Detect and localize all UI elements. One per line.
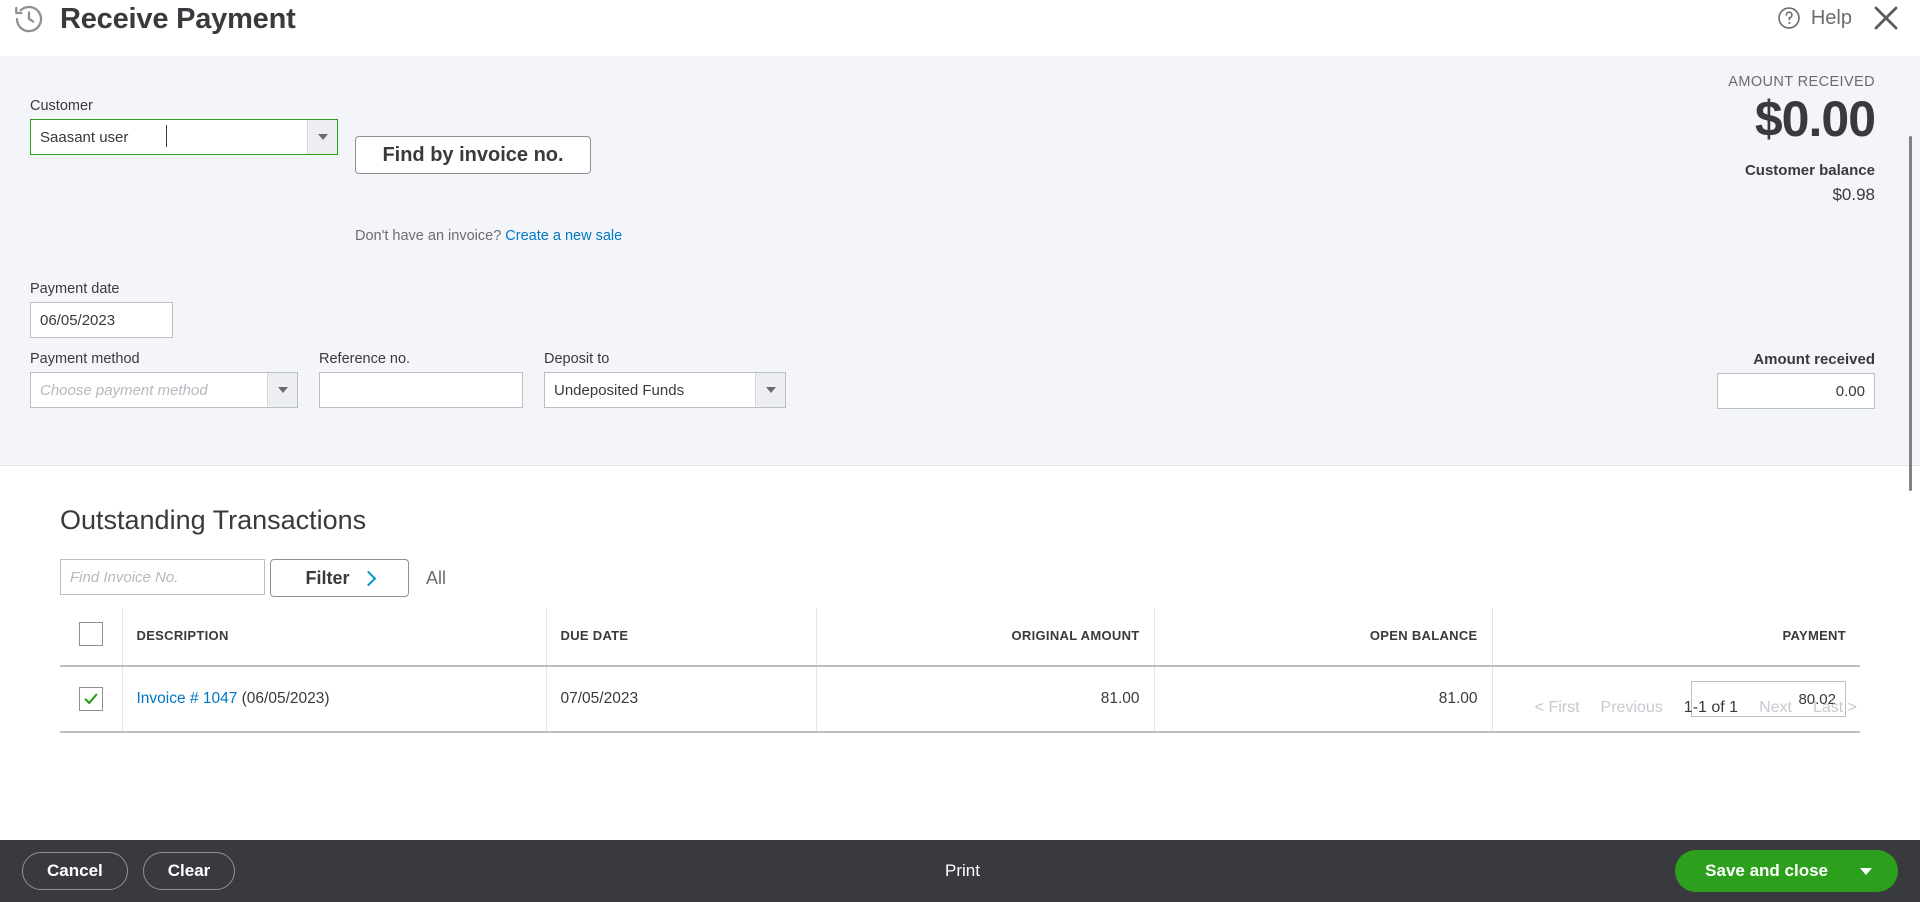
header-right-group: Help [1776, 2, 1902, 34]
column-header-original-amount: ORIGINAL AMOUNT [816, 608, 1155, 667]
amount-received-field-label: Amount received [1753, 351, 1875, 368]
window-footer: Cancel Clear Print Save and close [0, 840, 1920, 902]
amount-received-summary-value: $0.00 [1754, 91, 1876, 147]
row-checkbox[interactable] [78, 686, 103, 711]
select-all-checkbox[interactable] [78, 622, 103, 646]
help-label: Help [1810, 6, 1852, 29]
save-and-close-label: Save and close [1705, 861, 1828, 880]
column-header-description: DESCRIPTION [122, 608, 547, 667]
payment-date-field-group: Payment date [30, 281, 173, 338]
customer-dropdown-button[interactable] [307, 120, 337, 154]
deposit-to-field-group: Deposit to [544, 351, 786, 408]
chevron-down-icon [1860, 867, 1872, 875]
panel-scrollbar[interactable] [1909, 136, 1912, 491]
clear-button[interactable]: Clear [142, 852, 236, 890]
filter-all-label[interactable]: All [426, 568, 446, 589]
customer-input[interactable] [30, 119, 338, 155]
customer-balance-value: $0.98 [1832, 185, 1875, 204]
payment-method-input[interactable] [30, 372, 298, 408]
filter-button[interactable]: Filter [270, 559, 409, 597]
reference-no-label: Reference no. [319, 351, 411, 367]
row-select-cell [60, 666, 123, 733]
text-cursor [166, 125, 167, 147]
deposit-to-input[interactable] [544, 372, 786, 408]
pagination-first[interactable]: < First [1535, 699, 1580, 717]
reference-no-input[interactable] [319, 372, 523, 408]
invoice-link[interactable]: Invoice # 1047 [137, 690, 238, 707]
deposit-to-dropdown-button[interactable] [755, 373, 785, 407]
check-icon [84, 693, 98, 704]
row-description-cell: Invoice # 1047 (06/05/2023) [122, 666, 547, 733]
save-and-close-button[interactable]: Save and close [1675, 850, 1898, 892]
pagination-last[interactable]: Last > [1813, 699, 1857, 717]
history-clock-icon[interactable] [12, 2, 46, 36]
cancel-button[interactable]: Cancel [22, 852, 128, 890]
customer-combobox[interactable] [30, 119, 338, 155]
table-header-row: DESCRIPTION DUE DATE ORIGINAL AMOUNT OPE… [60, 608, 1860, 667]
payment-date-input[interactable] [30, 302, 173, 338]
find-invoice-input[interactable] [60, 559, 265, 595]
chevron-down-icon [277, 387, 288, 393]
deposit-to-label: Deposit to [544, 351, 610, 367]
chevron-down-icon [765, 387, 776, 393]
reference-no-field-group: Reference no. [319, 351, 523, 408]
row-due-date-cell: 07/05/2023 [546, 666, 817, 733]
chevron-down-icon [317, 134, 328, 140]
deposit-to-combobox[interactable] [544, 372, 786, 408]
pagination-next[interactable]: Next [1759, 699, 1792, 717]
filter-label: Filter [305, 567, 350, 588]
chevron-right-icon [360, 570, 376, 586]
payment-method-combobox[interactable] [30, 372, 298, 408]
customer-label: Customer [30, 98, 93, 114]
amount-received-summary-label: AMOUNT RECEIVED [1728, 74, 1875, 90]
question-circle-icon [1776, 5, 1802, 31]
amount-received-field-group: Amount received [1717, 351, 1875, 409]
no-invoice-text: Don't have an invoice? [355, 228, 502, 244]
pagination: < First Previous 1-1 of 1 Next Last > [1535, 699, 1857, 717]
payment-method-dropdown-button[interactable] [267, 373, 297, 407]
select-all-header [60, 608, 123, 667]
close-x-icon[interactable] [1870, 2, 1902, 34]
payment-date-label: Payment date [30, 281, 120, 297]
save-options-dropdown[interactable] [1850, 867, 1898, 875]
print-button[interactable]: Print [945, 861, 980, 881]
amount-received-summary: AMOUNT RECEIVED $0.00 Customer balance $… [1728, 74, 1876, 205]
column-header-open-balance: OPEN BALANCE [1154, 608, 1493, 667]
payment-form-panel: Customer Find by invoice no. Don't have … [0, 56, 1920, 491]
receive-payment-window: Receive Payment Help Customer Saasant us… [0, 0, 1920, 902]
column-header-due-date: DUE DATE [546, 608, 817, 667]
payment-method-label: Payment method [30, 351, 140, 367]
page-title: Receive Payment [60, 3, 296, 35]
pagination-range: 1-1 of 1 [1683, 699, 1739, 716]
customer-balance-label: Customer balance [1744, 162, 1875, 179]
window-header: Receive Payment Help [0, 0, 1920, 56]
row-original-amount-cell: 81.00 [816, 666, 1155, 733]
invoice-date: (06/05/2023) [237, 690, 330, 707]
pagination-previous[interactable]: Previous [1601, 699, 1663, 717]
customer-field-group: Customer [30, 98, 338, 155]
find-by-invoice-button[interactable]: Find by invoice no. [355, 136, 591, 174]
payment-details-row: Payment method Reference no. Deposit to [30, 351, 786, 408]
create-new-sale-link[interactable]: Create a new sale [505, 228, 622, 244]
help-button[interactable]: Help [1776, 5, 1852, 31]
header-left-group: Receive Payment [12, 2, 296, 36]
row-open-balance-cell: 81.00 [1154, 666, 1493, 733]
column-header-payment: PAYMENT [1492, 608, 1860, 667]
amount-received-input[interactable] [1717, 373, 1875, 409]
no-invoice-hint: Don't have an invoice? Create a new sale [355, 228, 622, 244]
payment-method-field-group: Payment method [30, 351, 298, 408]
outstanding-transactions-title: Outstanding Transactions [60, 505, 367, 535]
